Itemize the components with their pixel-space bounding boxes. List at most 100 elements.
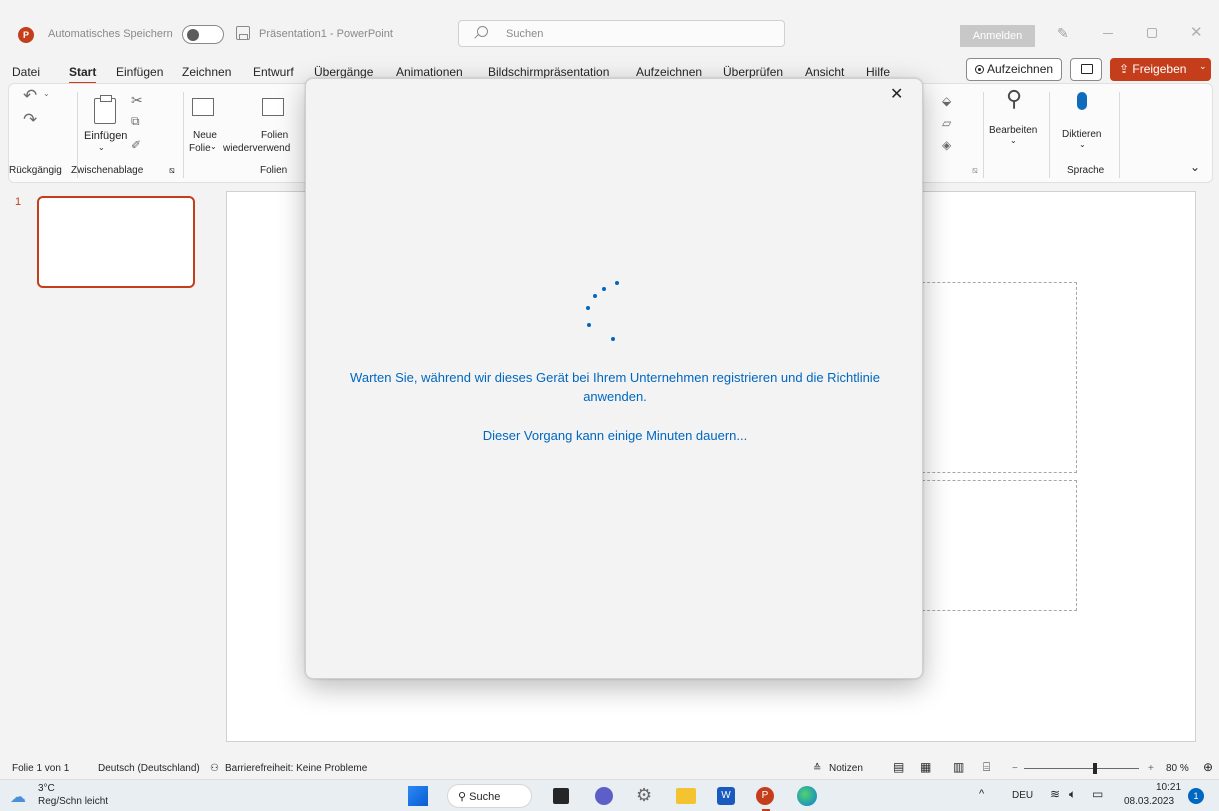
accessibility-icon[interactable]: ⚇ bbox=[210, 763, 219, 774]
dialog-launcher-icon[interactable]: ⧅ bbox=[972, 165, 978, 176]
format-painter-icon[interactable]: ✐ bbox=[131, 138, 141, 152]
tab-zeichnen[interactable]: Zeichnen bbox=[182, 65, 231, 79]
notes-icon[interactable]: ≙ bbox=[813, 763, 821, 774]
tab-entwurf[interactable]: Entwurf bbox=[253, 65, 294, 79]
new-slide-label[interactable]: Neue bbox=[193, 130, 217, 141]
slideshow-icon[interactable]: ⌸ bbox=[983, 760, 990, 775]
word-icon[interactable]: W bbox=[717, 787, 735, 805]
windows-start-icon[interactable] bbox=[408, 786, 428, 806]
battery-icon[interactable]: ▭ bbox=[1092, 787, 1103, 801]
microphone-icon[interactable] bbox=[1077, 92, 1087, 110]
spinner-dot bbox=[586, 306, 590, 310]
separator bbox=[983, 92, 984, 178]
autosave-toggle[interactable] bbox=[182, 25, 224, 44]
new-slide-label-2[interactable]: Folie bbox=[189, 143, 211, 154]
edge-icon[interactable] bbox=[797, 786, 817, 806]
edit-label[interactable]: Bearbeiten bbox=[989, 125, 1037, 136]
clipboard-icon[interactable] bbox=[94, 95, 116, 124]
new-slide-icon[interactable] bbox=[192, 98, 214, 116]
powerpoint-icon[interactable]: P bbox=[756, 787, 774, 805]
tab-start[interactable]: Start bbox=[69, 65, 97, 84]
share-label: Freigeben bbox=[1132, 62, 1187, 76]
teams-chat-icon[interactable] bbox=[595, 787, 613, 805]
taskbar: ☁ 3°C Reg/Schn leicht ⚲ Suche ⚙ W P ^ DE… bbox=[0, 779, 1219, 811]
language-status[interactable]: Deutsch (Deutschland) bbox=[98, 763, 200, 774]
tab-ueberpruefen[interactable]: Überprüfen bbox=[723, 65, 783, 79]
chevron-down-icon[interactable]: ⌄ bbox=[43, 89, 50, 98]
cut-icon[interactable]: ✂ bbox=[131, 92, 143, 109]
search-icon: ⚲ bbox=[458, 791, 470, 803]
accessibility-status[interactable]: Barrierefreiheit: Keine Probleme bbox=[225, 763, 367, 774]
slide-sorter-icon[interactable]: ▦ bbox=[920, 760, 931, 774]
dictate-label[interactable]: Diktieren bbox=[1062, 129, 1101, 140]
shape-fill-icon[interactable]: ⬙ bbox=[942, 94, 951, 108]
separator bbox=[1119, 92, 1120, 178]
zoom-level[interactable]: 80 % bbox=[1166, 763, 1189, 774]
tab-ansicht[interactable]: Ansicht bbox=[805, 65, 844, 79]
clock-time[interactable]: 10:21 bbox=[1156, 782, 1181, 793]
normal-view-icon[interactable]: ▤ bbox=[893, 760, 904, 774]
tab-datei[interactable]: Datei bbox=[12, 65, 40, 79]
reuse-slides-label[interactable]: Folien bbox=[261, 130, 288, 141]
chevron-down-icon[interactable]: ⌄ bbox=[1010, 136, 1017, 145]
reuse-slides-icon[interactable] bbox=[262, 98, 284, 116]
undo-icon[interactable]: ↶ bbox=[23, 86, 37, 106]
dialog-launcher-icon[interactable]: ⧅ bbox=[169, 165, 175, 176]
signin-button[interactable]: Anmelden bbox=[960, 25, 1035, 47]
record-button[interactable]: Aufzeichnen bbox=[966, 58, 1062, 81]
tab-hilfe[interactable]: Hilfe bbox=[866, 65, 890, 79]
shape-outline-icon[interactable]: ▱ bbox=[942, 116, 951, 130]
notification-badge[interactable]: 1 bbox=[1188, 788, 1204, 804]
maximize-button[interactable] bbox=[1147, 28, 1157, 38]
notes-button[interactable]: Notizen bbox=[829, 763, 863, 774]
close-window-button[interactable]: ✕ bbox=[1190, 23, 1203, 41]
clipboard-group-label: Zwischenablage bbox=[71, 165, 144, 176]
slide-thumbnail[interactable] bbox=[37, 196, 195, 288]
volume-icon[interactable]: 🔈︎ bbox=[1069, 787, 1076, 802]
redo-icon[interactable]: ↷ bbox=[23, 110, 37, 130]
zoom-slider[interactable] bbox=[1024, 768, 1139, 769]
minimize-button[interactable] bbox=[1103, 33, 1113, 34]
reading-view-icon[interactable]: ▥ bbox=[953, 760, 964, 774]
title-placeholder[interactable] bbox=[917, 282, 1077, 473]
zoom-out-button[interactable]: − bbox=[1012, 763, 1018, 774]
fit-to-window-icon[interactable]: ⊕ bbox=[1203, 760, 1213, 774]
tab-animationen[interactable]: Animationen bbox=[396, 65, 463, 79]
shape-effects-icon[interactable]: ◈ bbox=[942, 138, 951, 152]
wifi-icon[interactable]: ≋ bbox=[1050, 787, 1060, 801]
zoom-slider-thumb[interactable] bbox=[1093, 763, 1097, 774]
taskbar-search[interactable]: ⚲ Suche bbox=[447, 784, 532, 808]
tab-einfuegen[interactable]: Einfügen bbox=[116, 65, 163, 79]
input-language[interactable]: DEU bbox=[1012, 790, 1033, 801]
tab-bildschirmpraesentation[interactable]: Bildschirmpräsentation bbox=[488, 65, 609, 79]
search-box[interactable]: Suchen bbox=[458, 20, 785, 47]
copy-icon[interactable]: ⧉ bbox=[131, 114, 140, 129]
chevron-down-icon[interactable]: ⌄ bbox=[1079, 140, 1086, 149]
pen-icon[interactable]: ✎ bbox=[1057, 25, 1069, 42]
subtitle-placeholder[interactable] bbox=[917, 480, 1077, 611]
tab-aufzeichnen[interactable]: Aufzeichnen bbox=[636, 65, 702, 79]
comments-button[interactable] bbox=[1070, 58, 1102, 81]
file-explorer-icon[interactable] bbox=[676, 788, 696, 804]
save-icon[interactable] bbox=[236, 26, 250, 40]
search-icon[interactable]: ⚲ bbox=[1006, 86, 1022, 112]
zoom-in-button[interactable]: + bbox=[1148, 763, 1154, 774]
close-icon[interactable]: ✕ bbox=[890, 84, 903, 104]
chevron-down-icon[interactable]: ⌄ bbox=[98, 143, 105, 152]
clock-date[interactable]: 08.03.2023 bbox=[1124, 796, 1174, 807]
chevron-down-icon[interactable]: ⌄ bbox=[210, 142, 217, 151]
voice-group-label: Sprache bbox=[1067, 165, 1105, 176]
reuse-slides-label-2[interactable]: wiederverwend bbox=[223, 143, 290, 154]
registration-dialog: ✕ Warten Sie, während wir dieses Gerät b… bbox=[305, 78, 923, 679]
paste-label[interactable]: Einfügen bbox=[84, 130, 127, 142]
task-view-icon[interactable] bbox=[553, 788, 569, 804]
undo-group-label: Rückgängig bbox=[9, 165, 62, 176]
ribbon-collapse-icon[interactable]: ⌄ bbox=[1190, 160, 1200, 174]
tray-expand-icon[interactable]: ^ bbox=[979, 788, 984, 800]
share-button[interactable]: ⇪ Freigeben ⌄ bbox=[1110, 58, 1211, 81]
weather-desc[interactable]: Reg/Schn leicht bbox=[38, 796, 108, 807]
weather-temp[interactable]: 3°C bbox=[38, 783, 55, 794]
tab-uebergaenge[interactable]: Übergänge bbox=[314, 65, 373, 79]
settings-icon[interactable]: ⚙ bbox=[636, 785, 652, 806]
record-label: Aufzeichnen bbox=[987, 62, 1054, 76]
